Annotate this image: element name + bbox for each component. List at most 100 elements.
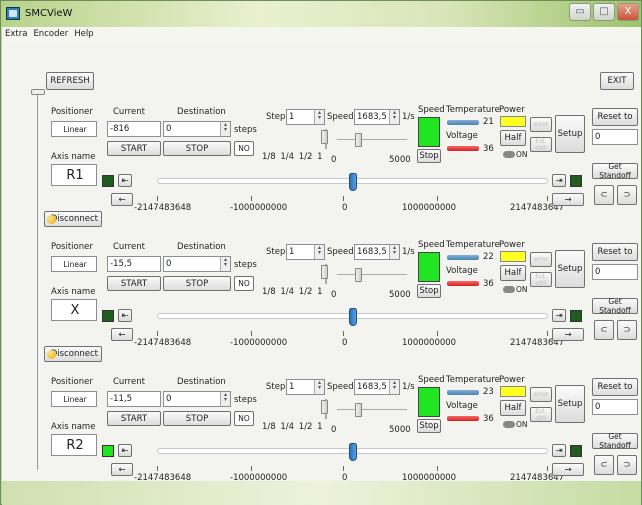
stop-small-button[interactable]: Stop [417,419,441,433]
setup-button[interactable]: Setup [555,250,585,288]
speed-slider-thumb[interactable] [355,133,362,147]
destination-field[interactable]: 0 ▴ ▾ [163,121,231,137]
fraction-1-2[interactable]: 1/2 [299,422,313,432]
setup-button[interactable]: Setup [555,385,585,423]
error-button[interactable]: error [530,117,552,132]
rotate-left-button[interactable]: ⊂ [594,185,614,205]
disconnect-button[interactable]: Disconnect [44,346,102,362]
move-to-max-button[interactable]: ⇥ [552,309,566,322]
ext-ctrl-button[interactable]: Ext. ctrl [530,137,552,152]
move-to-min-button[interactable]: ⇤ [118,309,132,322]
reset-to-field[interactable]: 0 [592,399,638,415]
speed-spinner[interactable]: ▴ ▾ [389,110,399,124]
error-button[interactable]: error [530,252,552,267]
rotate-right-button[interactable]: ⊃ [617,185,637,205]
step-slider-thumb[interactable] [321,130,328,144]
fraction-1[interactable]: 1 [317,152,322,162]
no-toggle[interactable]: NO [234,411,254,426]
ext-ctrl-button[interactable]: Ext. ctrl [530,407,552,422]
exit-button[interactable]: EXIT [600,72,634,90]
step-left-button[interactable]: ← [111,463,133,476]
ext-ctrl-button[interactable]: Ext. ctrl [530,272,552,287]
position-slider-thumb[interactable] [348,443,357,461]
close-button[interactable]: X [617,3,639,21]
get-standoff-button[interactable]: Get Standoff [592,162,638,180]
fraction-1-8[interactable]: 1/8 [262,287,276,297]
reset-to-button[interactable]: Reset to [592,378,638,396]
current-position-field[interactable]: -15,5 [107,256,161,272]
splitter-handle[interactable] [31,89,45,95]
destination-spinner[interactable]: ▴ ▾ [220,122,230,136]
fraction-1-2[interactable]: 1/2 [299,287,313,297]
step-slider-thumb[interactable] [321,400,328,414]
no-toggle[interactable]: NO [234,276,254,291]
start-button[interactable]: START [107,141,161,156]
start-button[interactable]: START [107,411,161,426]
stop-small-button[interactable]: Stop [417,149,441,163]
step-left-button[interactable]: ← [111,193,133,206]
current-position-field[interactable]: -816 [107,121,161,137]
current-position-field[interactable]: -11,5 [107,391,161,407]
step-field[interactable]: 1 ▴ ▾ [286,109,325,125]
stop-small-button[interactable]: Stop [417,284,441,298]
reset-to-field[interactable]: 0 [592,264,638,280]
speed-spinner[interactable]: ▴ ▾ [389,245,399,259]
menu-extra[interactable]: Extra [2,27,30,39]
reset-to-button[interactable]: Reset to [592,243,638,261]
no-toggle[interactable]: NO [234,141,254,156]
menu-help[interactable]: Help [71,27,96,39]
half-button[interactable]: Half [500,265,526,281]
speed-slider-thumb[interactable] [355,403,362,417]
move-to-min-button[interactable]: ⇤ [118,174,132,187]
step-right-button[interactable]: → [552,193,584,206]
rotate-left-button[interactable]: ⊂ [594,455,614,475]
step-left-button[interactable]: ← [111,328,133,341]
power-switch[interactable] [503,421,515,428]
speed-field[interactable]: 1683,5 ▴ ▾ [354,379,400,395]
rotate-right-button[interactable]: ⊃ [617,455,637,475]
position-slider-thumb[interactable] [348,173,357,191]
stop-button[interactable]: STOP [163,276,231,291]
stop-button[interactable]: STOP [163,411,231,426]
fraction-1-8[interactable]: 1/8 [262,152,276,162]
speed-field[interactable]: 1683,5 ▴ ▾ [354,244,400,260]
destination-field[interactable]: 0 ▴ ▾ [163,256,231,272]
speed-spinner[interactable]: ▴ ▾ [389,380,399,394]
axis-name-field[interactable]: R1 [51,164,97,186]
fraction-1[interactable]: 1 [317,422,322,432]
reset-to-field[interactable]: 0 [592,129,638,145]
destination-spinner[interactable]: ▴ ▾ [220,392,230,406]
fraction-1-4[interactable]: 1/4 [280,287,294,297]
axis-name-field[interactable]: R2 [51,434,97,456]
half-button[interactable]: Half [500,400,526,416]
fraction-1-4[interactable]: 1/4 [280,152,294,162]
power-switch[interactable] [503,151,515,158]
step-right-button[interactable]: → [552,463,584,476]
step-field[interactable]: 1 ▴ ▾ [286,379,325,395]
minimize-button[interactable]: ▭ [569,3,591,21]
start-button[interactable]: START [107,276,161,291]
refresh-button[interactable]: REFRESH [46,72,94,90]
speed-slider-thumb[interactable] [355,268,362,282]
step-spinner[interactable]: ▴ ▾ [314,380,324,394]
rotate-right-button[interactable]: ⊃ [617,320,637,340]
maximize-button[interactable]: □ [593,3,615,21]
menu-encoder[interactable]: Encoder [30,27,71,39]
position-slider-thumb[interactable] [348,308,357,326]
step-slider-thumb[interactable] [321,265,328,279]
fraction-1-4[interactable]: 1/4 [280,422,294,432]
setup-button[interactable]: Setup [555,115,585,153]
fraction-1-8[interactable]: 1/8 [262,422,276,432]
rotate-left-button[interactable]: ⊂ [594,320,614,340]
speed-field[interactable]: 1683,5 ▴ ▾ [354,109,400,125]
stop-button[interactable]: STOP [163,141,231,156]
step-spinner[interactable]: ▴ ▾ [314,110,324,124]
fraction-1-2[interactable]: 1/2 [299,152,313,162]
disconnect-button[interactable]: Disconnect [44,211,102,227]
step-right-button[interactable]: → [552,328,584,341]
error-button[interactable]: error [530,387,552,402]
axis-name-field[interactable]: X [51,299,97,321]
power-switch[interactable] [503,286,515,293]
step-field[interactable]: 1 ▴ ▾ [286,244,325,260]
step-spinner[interactable]: ▴ ▾ [314,245,324,259]
